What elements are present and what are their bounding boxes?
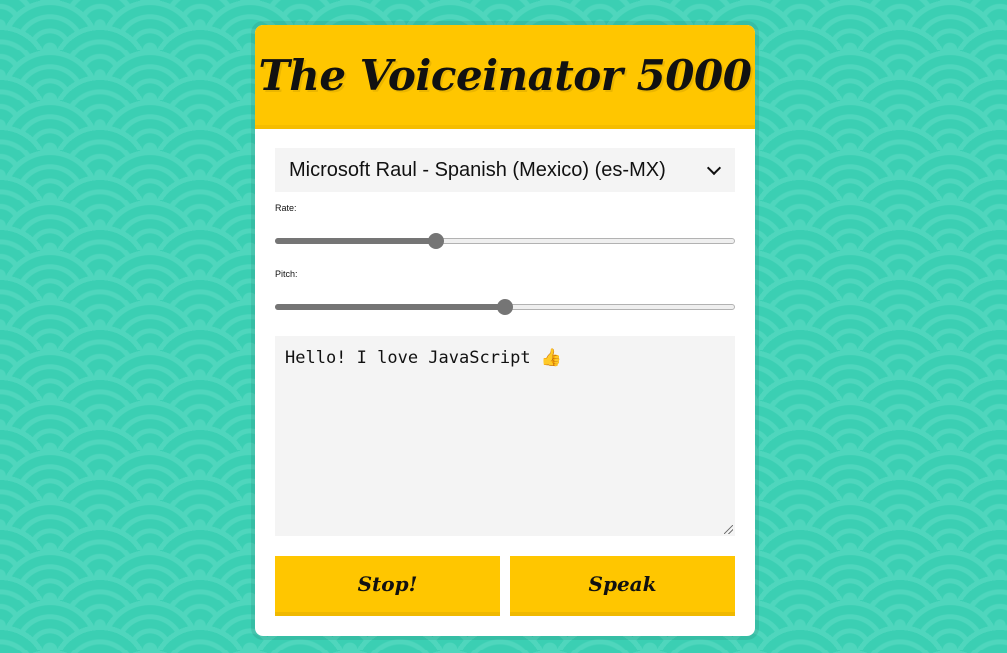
- pitch-slider[interactable]: [275, 299, 735, 315]
- pitch-slider-thumb[interactable]: [497, 299, 513, 315]
- stop-button[interactable]: Stop!: [275, 556, 500, 616]
- message-textarea[interactable]: Hello! I love JavaScript 👍: [275, 336, 735, 536]
- rate-slider[interactable]: [275, 233, 735, 249]
- thumbs-up-icon: 👍: [540, 348, 563, 368]
- header: The Voiceinator 5000: [255, 25, 755, 129]
- pitch-slider-fill: [275, 304, 505, 310]
- rate-slider-fill: [275, 238, 437, 244]
- voice-select[interactable]: Microsoft Raul - Spanish (Mexico) (es-MX…: [275, 148, 735, 192]
- app-title: The Voiceinator 5000: [258, 50, 752, 100]
- chevron-down-icon: [706, 160, 722, 176]
- speak-button[interactable]: Speak: [510, 556, 735, 616]
- rate-label: Rate:: [275, 203, 297, 213]
- resize-grip-icon[interactable]: [724, 525, 733, 534]
- voice-select-value: Microsoft Raul - Spanish (Mexico) (es-MX…: [289, 158, 666, 181]
- message-text: Hello! I love JavaScript: [285, 348, 531, 368]
- voiceinator-panel: The Voiceinator 5000 Microsoft Raul - Sp…: [255, 25, 755, 636]
- pitch-label: Pitch:: [275, 269, 298, 279]
- rate-slider-thumb[interactable]: [428, 233, 445, 249]
